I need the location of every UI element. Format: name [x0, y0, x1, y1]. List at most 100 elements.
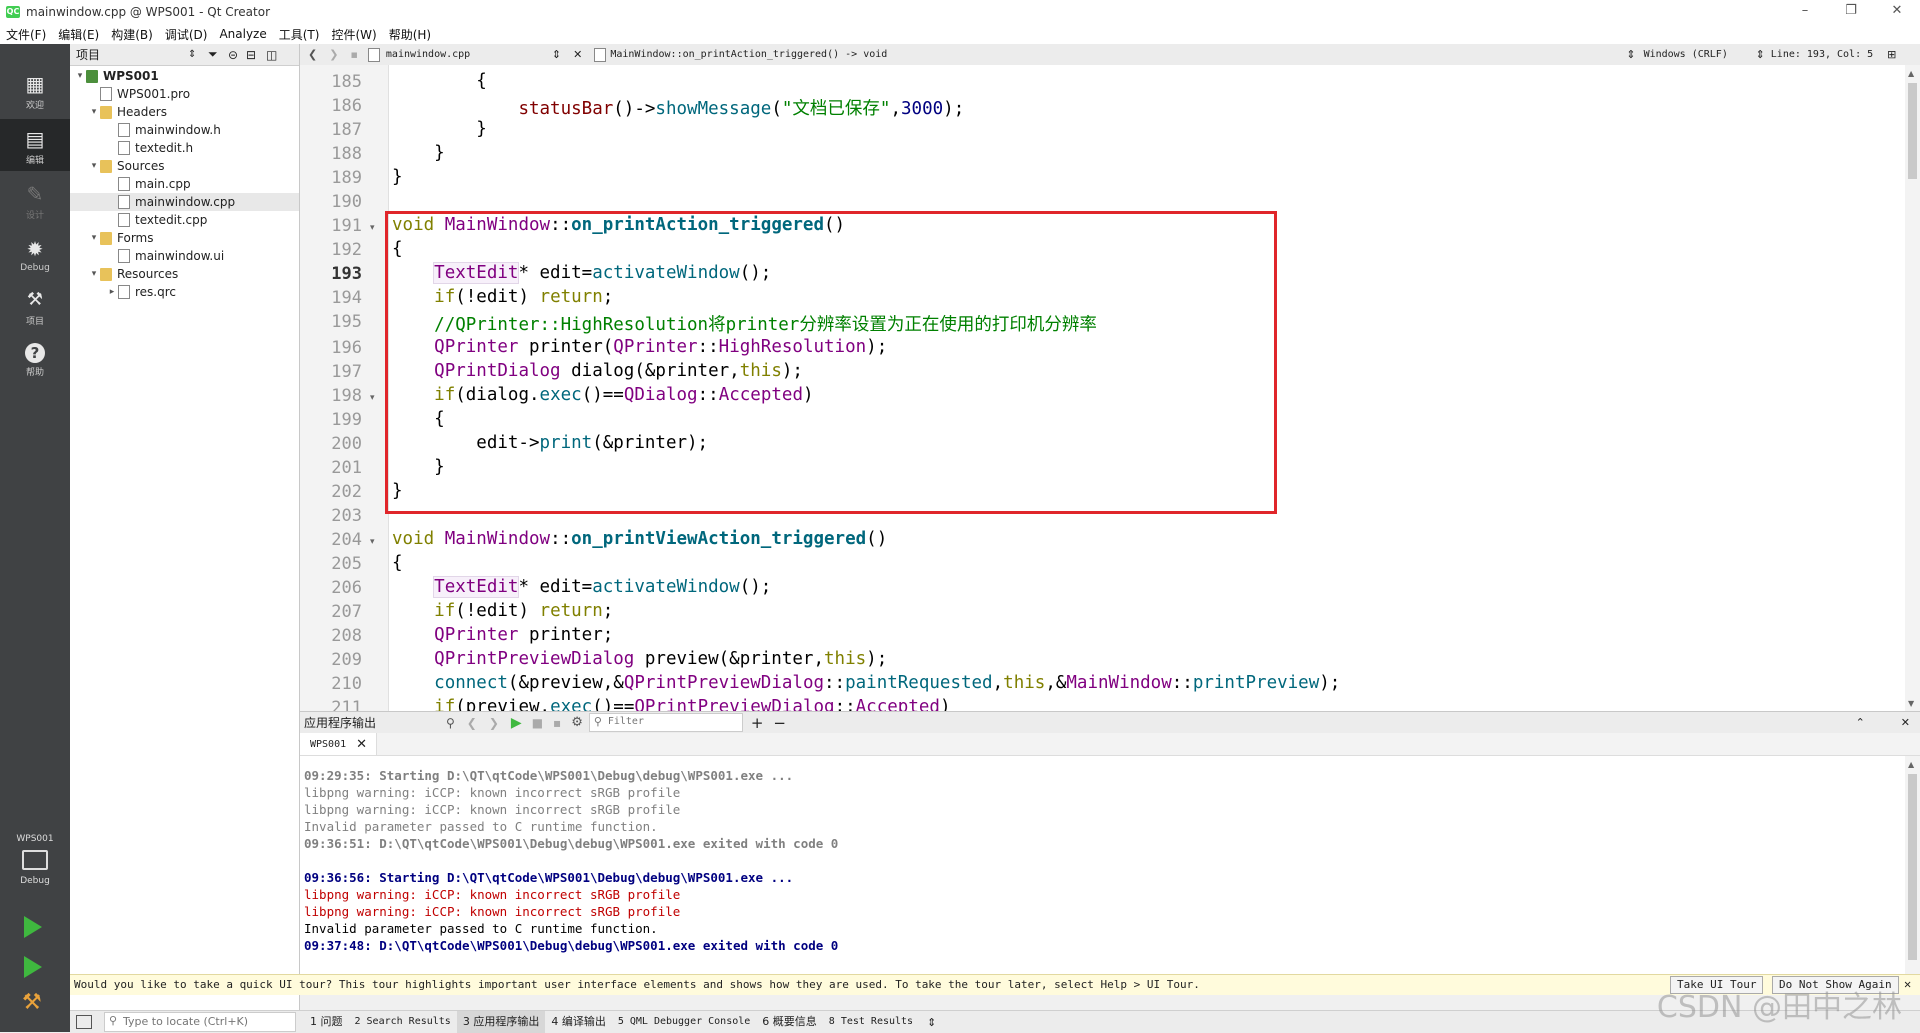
tree-item-res-qrc[interactable]: ▸ res.qrc	[106, 283, 176, 301]
scrollbar-thumb[interactable]	[1908, 774, 1917, 960]
project-pane-title[interactable]: 项目	[76, 46, 100, 63]
file-selector-arrows[interactable]: ⇕	[552, 48, 561, 61]
tree-item-textedit-h[interactable]: textedit.h	[118, 139, 193, 157]
menu-analyze[interactable]: Analyze	[213, 27, 272, 41]
tree-item-mainwindow-cpp[interactable]: mainwindow.cpp	[70, 193, 299, 211]
line-number: 188	[331, 144, 362, 164]
source-file-icon	[118, 213, 130, 227]
menu-build[interactable]: 构建(B)	[105, 26, 159, 43]
attach-icon[interactable]: ⚲	[446, 716, 455, 730]
zoom-out-icon[interactable]: −	[773, 714, 786, 732]
open-file-selector[interactable]: mainwindow.cpp	[386, 49, 546, 60]
close-document-icon[interactable]: ✕	[573, 48, 582, 61]
menu-edit[interactable]: 编辑(E)	[52, 26, 105, 43]
collapse-icon[interactable]: ▾	[88, 103, 100, 121]
filter-icon[interactable]: ⏷	[208, 47, 218, 62]
pane-issues[interactable]: 1 问题	[304, 1011, 349, 1033]
mode-debug[interactable]: ✹ Debug	[0, 229, 70, 281]
mode-projects[interactable]: ⚒ 项目	[0, 280, 70, 332]
editor-scrollbar[interactable]: ▲ ▼	[1905, 65, 1920, 711]
view-selector-arrows[interactable]: ⇕	[188, 49, 196, 60]
tree-item-pro[interactable]: WPS001.pro	[100, 85, 190, 103]
pane-compile-output[interactable]: 4 编译输出	[545, 1011, 612, 1033]
debug-run-button[interactable]	[24, 956, 42, 978]
close-banner-icon[interactable]: ✕	[1904, 977, 1911, 991]
prev-icon[interactable]: ❮	[467, 716, 477, 730]
zoom-in-icon[interactable]: +	[751, 714, 764, 732]
back-icon[interactable]: ❮	[308, 48, 317, 61]
tree-item-textedit-cpp[interactable]: textedit.cpp	[118, 211, 207, 229]
tree-item-project[interactable]: ▾ WPS001	[74, 67, 159, 85]
collapse-icon[interactable]: ▾	[74, 67, 86, 85]
minimize-button[interactable]: –	[1782, 0, 1828, 24]
collapse-icon[interactable]: ▾	[88, 265, 100, 283]
menu-tools[interactable]: 工具(T)	[273, 26, 326, 43]
restore-button[interactable]: ❐	[1828, 0, 1874, 24]
line-ending-arrows[interactable]: ⇕	[1756, 48, 1765, 61]
close-pane-icon[interactable]: ◫	[266, 48, 277, 62]
forward-icon[interactable]: ❯	[329, 48, 338, 61]
help-icon: ?	[0, 337, 70, 365]
fold-marker[interactable]: ▾	[370, 537, 375, 547]
code-line: {	[392, 71, 487, 91]
split-icon[interactable]: ⊟	[246, 48, 256, 62]
expand-icon[interactable]: ▸	[106, 283, 118, 301]
collapse-icon[interactable]: ▾	[88, 157, 100, 175]
build-button[interactable]: ⚒	[22, 990, 42, 1015]
close-button[interactable]: ✕	[1874, 0, 1920, 24]
locator[interactable]: ⚲	[104, 1012, 296, 1032]
pane-application-output[interactable]: 3 应用程序输出	[456, 1011, 546, 1033]
toggle-sidebar-icon[interactable]	[76, 1015, 92, 1029]
pane-qml-console[interactable]: 5 QML Debugger Console	[612, 1011, 756, 1033]
symbol-selector[interactable]: MainWindow::on_printAction_triggered() -…	[610, 49, 1622, 60]
application-output-log[interactable]: 09:29:35: Starting D:\QT\qtCode\WPS001\D…	[300, 756, 1905, 974]
pane-general-messages[interactable]: 6 概要信息	[756, 1011, 823, 1033]
split-editor-icon[interactable]: ⊞	[1887, 48, 1896, 61]
run-button[interactable]	[24, 916, 42, 938]
pane-more-arrows[interactable]: ⇕	[927, 1016, 936, 1029]
fold-marker[interactable]: ▾	[370, 393, 375, 403]
scrollbar-thumb[interactable]	[1908, 83, 1917, 179]
mode-edit[interactable]: ▤ 编辑	[0, 119, 70, 171]
next-icon[interactable]: ❯	[489, 716, 499, 730]
tree-item-forms[interactable]: ▾ Forms	[88, 229, 154, 247]
mode-welcome[interactable]: ▦ 欢迎	[0, 64, 70, 116]
pane-test-results[interactable]: 8 Test Results	[823, 1011, 919, 1033]
link-icon[interactable]: ⊝	[228, 48, 238, 62]
stop-icon[interactable]: ■	[532, 716, 543, 730]
tree-item-mainwindow-ui[interactable]: mainwindow.ui	[118, 247, 224, 265]
scroll-down-icon[interactable]: ▼	[1908, 699, 1914, 708]
menu-widgets[interactable]: 控件(W)	[325, 26, 382, 43]
symbol-selector-arrows[interactable]: ⇕	[1626, 48, 1635, 61]
rerun-icon[interactable]: ▶	[511, 715, 522, 731]
tree-item-main-cpp[interactable]: main.cpp	[118, 175, 191, 193]
collapse-icon[interactable]: ▾	[88, 229, 100, 247]
menu-file[interactable]: 文件(F)	[0, 26, 52, 43]
menu-help[interactable]: 帮助(H)	[383, 26, 437, 43]
tree-item-resources[interactable]: ▾ Resources	[88, 265, 179, 283]
scroll-up-icon[interactable]: ▲	[1908, 760, 1914, 769]
maximize-pane-icon[interactable]: ⌃	[1856, 716, 1865, 729]
close-tab-icon[interactable]: ✕	[356, 737, 367, 752]
settings-gear-icon[interactable]: ⚙	[571, 715, 583, 730]
tree-item-headers[interactable]: ▾ Headers	[88, 103, 167, 121]
fold-marker[interactable]: ▾	[370, 223, 375, 233]
tree-item-sources[interactable]: ▾ Sources	[88, 157, 165, 175]
cursor-position[interactable]: Line: 193, Col: 5	[1771, 49, 1873, 60]
mode-design[interactable]: ✎ 设计	[0, 174, 70, 226]
filter-input[interactable]	[607, 714, 736, 729]
status-bar: ⚲ 1 问题 2 Search Results 3 应用程序输出 4 编译输出 …	[70, 1010, 1920, 1033]
scroll-up-icon[interactable]: ▲	[1908, 69, 1914, 78]
tree-item-mainwindow-h[interactable]: mainwindow.h	[118, 121, 221, 139]
locator-input[interactable]	[123, 1013, 291, 1029]
output-filter[interactable]: ⚲	[588, 713, 743, 732]
pane-search-results[interactable]: 2 Search Results	[349, 1011, 457, 1033]
output-scrollbar[interactable]: ▲	[1905, 756, 1920, 974]
stop-all-icon[interactable]: ▪	[553, 716, 561, 730]
target-selector[interactable]: WPS001 Debug	[0, 834, 70, 886]
output-tab[interactable]: WPS001 ✕	[300, 733, 377, 755]
mode-help[interactable]: ? 帮助	[0, 331, 70, 383]
menu-debug[interactable]: 调试(D)	[159, 26, 214, 43]
close-pane-icon[interactable]: ✕	[1901, 716, 1910, 729]
line-ending-selector[interactable]: Windows (CRLF)	[1644, 49, 1752, 60]
